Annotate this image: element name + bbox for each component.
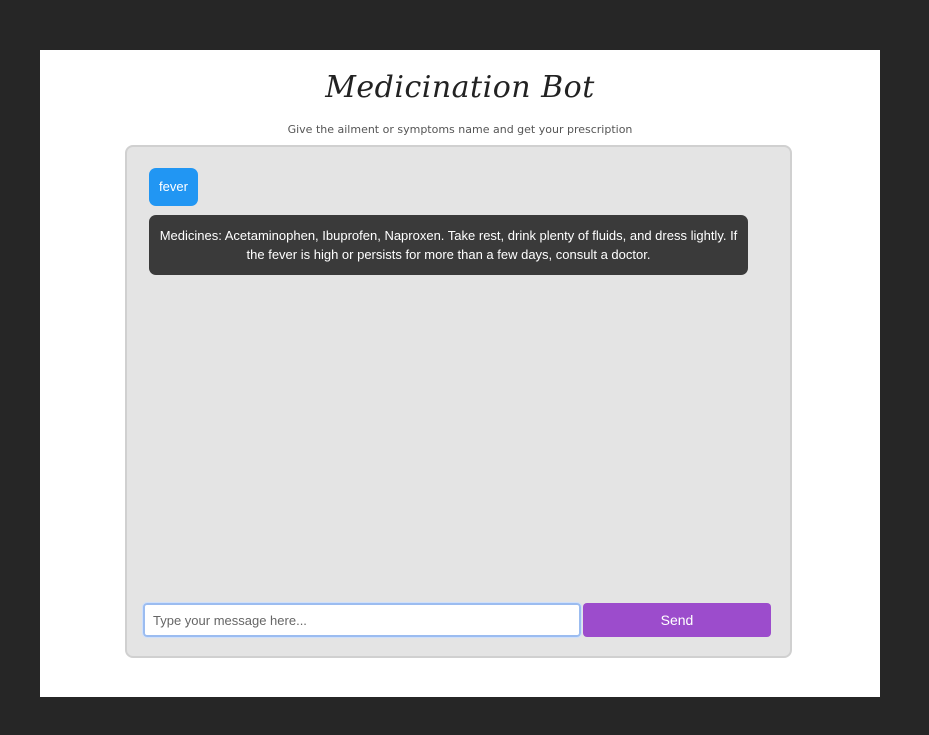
app-card: Medicination Bot Give the ailment or sym… <box>40 50 880 697</box>
user-message: fever <box>149 168 198 206</box>
page-subtitle: Give the ailment or symptoms name and ge… <box>287 123 633 136</box>
composer: Send <box>142 602 774 639</box>
send-button[interactable]: Send <box>583 603 771 637</box>
message-input[interactable] <box>142 602 582 638</box>
page-title: Medicination Bot <box>325 70 595 105</box>
chat-window: fever Medicines: Acetaminophen, Ibuprofe… <box>125 145 792 658</box>
bot-message: Medicines: Acetaminophen, Ibuprofen, Nap… <box>149 215 748 275</box>
